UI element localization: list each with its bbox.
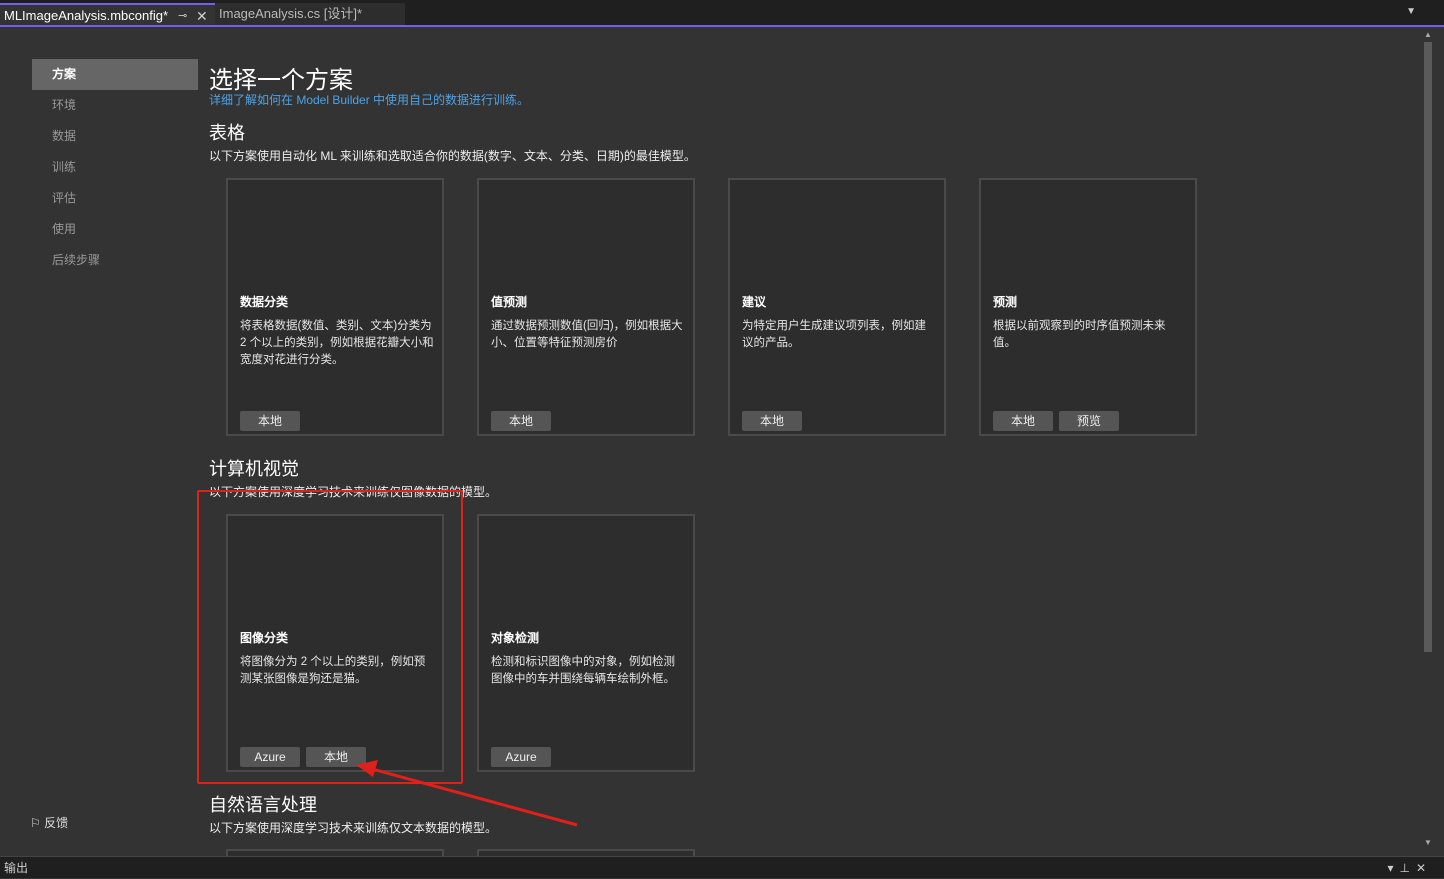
output-panel-bar[interactable]: 输出 ▾⊥✕ [0, 856, 1444, 878]
chevron-down-icon[interactable]: ▾ [1387, 861, 1399, 875]
scroll-down-icon[interactable]: ▼ [1424, 838, 1432, 847]
scroll-up-icon[interactable]: ▲ [1424, 30, 1432, 39]
output-panel-title: 输出 [4, 861, 29, 875]
annotation-arrow [356, 760, 578, 827]
pin-icon[interactable]: ⊥ [1399, 861, 1415, 875]
scrollbar-thumb[interactable] [1424, 42, 1432, 652]
close-icon[interactable]: ✕ [1416, 861, 1432, 875]
vertical-scrollbar[interactable]: ▲ ▼ [1422, 30, 1434, 850]
